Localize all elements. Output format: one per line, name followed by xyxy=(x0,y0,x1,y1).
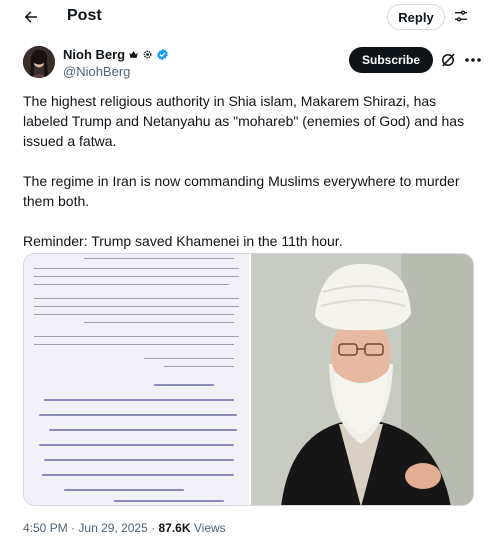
top-bar: Post Reply xyxy=(0,0,498,34)
views-label: Views xyxy=(193,521,226,535)
avatar[interactable] xyxy=(23,46,55,78)
media-grid xyxy=(23,253,474,506)
subscribe-button[interactable]: Subscribe xyxy=(349,47,433,73)
more-horizontal-icon xyxy=(465,58,481,62)
crown-icon xyxy=(129,51,138,58)
arrow-left-icon xyxy=(24,11,37,23)
grok-icon xyxy=(442,53,455,67)
cleric-photo[interactable] xyxy=(251,254,473,505)
post-date[interactable]: Jun 29, 2025 xyxy=(78,521,147,535)
author-row: Nioh Berg @NiohBerg Subscribe xyxy=(23,46,483,82)
author-handle[interactable]: @NiohBerg xyxy=(63,64,130,79)
meta-separator: · xyxy=(71,521,76,535)
author-name[interactable]: Nioh Berg xyxy=(63,47,169,62)
tweet-paragraph: The highest religious authority in Shia … xyxy=(23,93,465,149)
reply-button[interactable]: Reply xyxy=(387,4,445,30)
back-button[interactable] xyxy=(18,6,44,28)
tweet-paragraph: The regime in Iran is now commanding Mus… xyxy=(23,173,460,209)
more-button[interactable] xyxy=(463,51,483,69)
gear-badge-icon xyxy=(143,50,152,59)
views-count: 87.6K xyxy=(158,521,191,535)
tweet-paragraph: Reminder: Trump saved Khamenei in the 11… xyxy=(23,233,343,249)
filter-button[interactable] xyxy=(451,6,471,26)
letter-image[interactable] xyxy=(24,254,249,505)
meta-separator: · xyxy=(151,521,156,535)
post-time[interactable]: 4:50 PM xyxy=(23,521,68,535)
sliders-icon xyxy=(455,10,467,22)
post-meta: 4:50 PM · Jun 29, 2025 · 87.6K Views xyxy=(23,521,226,535)
verified-icon xyxy=(157,48,168,61)
grok-button[interactable] xyxy=(439,51,457,69)
tweet-text: The highest religious authority in Shia … xyxy=(23,91,473,271)
author-name-text: Nioh Berg xyxy=(63,47,126,62)
page-title: Post xyxy=(67,7,102,24)
